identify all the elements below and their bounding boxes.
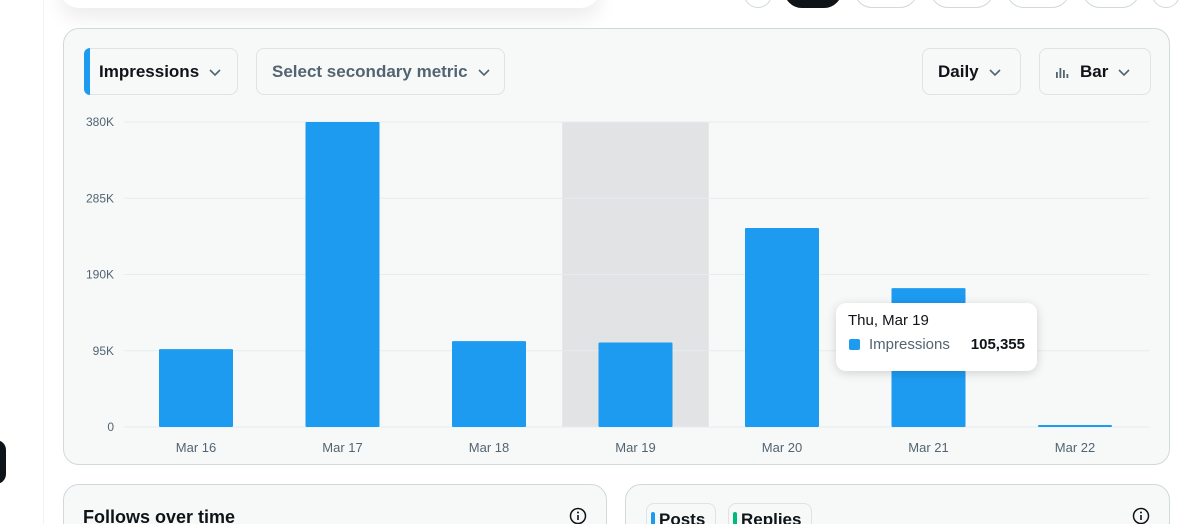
x-tick-label: Mar 20	[762, 440, 802, 455]
replies-color-mark	[733, 512, 737, 524]
range-pill[interactable]	[930, 0, 994, 8]
date-range-pills	[744, 0, 1180, 8]
tooltip-date: Thu, Mar 19	[848, 312, 929, 329]
left-rail	[0, 0, 44, 524]
x-tick-label: Mar 18	[469, 440, 509, 455]
tab-replies-label: Replies	[741, 510, 802, 524]
y-tick-label: 0	[107, 420, 114, 434]
range-pill[interactable]	[1152, 0, 1180, 8]
y-tick-label: 190K	[86, 268, 114, 282]
x-tick-label: Mar 17	[322, 440, 362, 455]
range-pill-selected[interactable]	[784, 0, 842, 8]
range-pill[interactable]	[744, 0, 772, 8]
tab-replies[interactable]: Replies	[728, 503, 813, 524]
tab-posts-label: Posts	[659, 510, 706, 524]
tooltip-series-swatch	[849, 339, 860, 350]
bar	[598, 342, 673, 427]
range-pill[interactable]	[854, 0, 918, 8]
rail-avatar-edge[interactable]	[0, 440, 6, 484]
y-tick-label: 380K	[86, 115, 114, 129]
tooltip-value: 105,355	[970, 336, 1025, 353]
follows-card-title: Follows over time	[83, 507, 236, 524]
top-floating-panel-edge	[60, 0, 600, 8]
x-tick-label: Mar 16	[176, 440, 216, 455]
info-icon[interactable]	[1132, 507, 1150, 524]
impressions-bar-chart: 0 95K 190K 285K 380K Mar 16 Mar 17 Mar 18 Mar 19…	[86, 115, 1149, 455]
bar	[745, 227, 819, 427]
follows-card: Follows over time	[63, 484, 607, 524]
x-tick-label: Mar 21	[908, 440, 948, 455]
y-tick-label: 285K	[86, 191, 114, 205]
bar	[1038, 425, 1112, 427]
tab-posts[interactable]: Posts	[646, 503, 717, 524]
posts-replies-card: Posts Replies	[625, 484, 1170, 524]
impressions-chart-card: Impressions Select secondary metric Dail…	[63, 28, 1170, 465]
tooltip-series-name: Impressions	[869, 336, 950, 353]
x-tick-label: Mar 19	[615, 440, 655, 455]
x-tick-label: Mar 22	[1055, 440, 1095, 455]
y-tick-label: 95K	[93, 344, 114, 358]
range-pill[interactable]	[1082, 0, 1140, 8]
range-pill[interactable]	[1006, 0, 1070, 8]
bar	[159, 349, 233, 427]
chart-tooltip: Thu, Mar 19 Impressions 105,355	[836, 303, 1037, 371]
posts-color-mark	[651, 512, 655, 524]
bar	[452, 341, 526, 427]
info-icon[interactable]	[569, 507, 587, 524]
bar	[305, 122, 380, 427]
